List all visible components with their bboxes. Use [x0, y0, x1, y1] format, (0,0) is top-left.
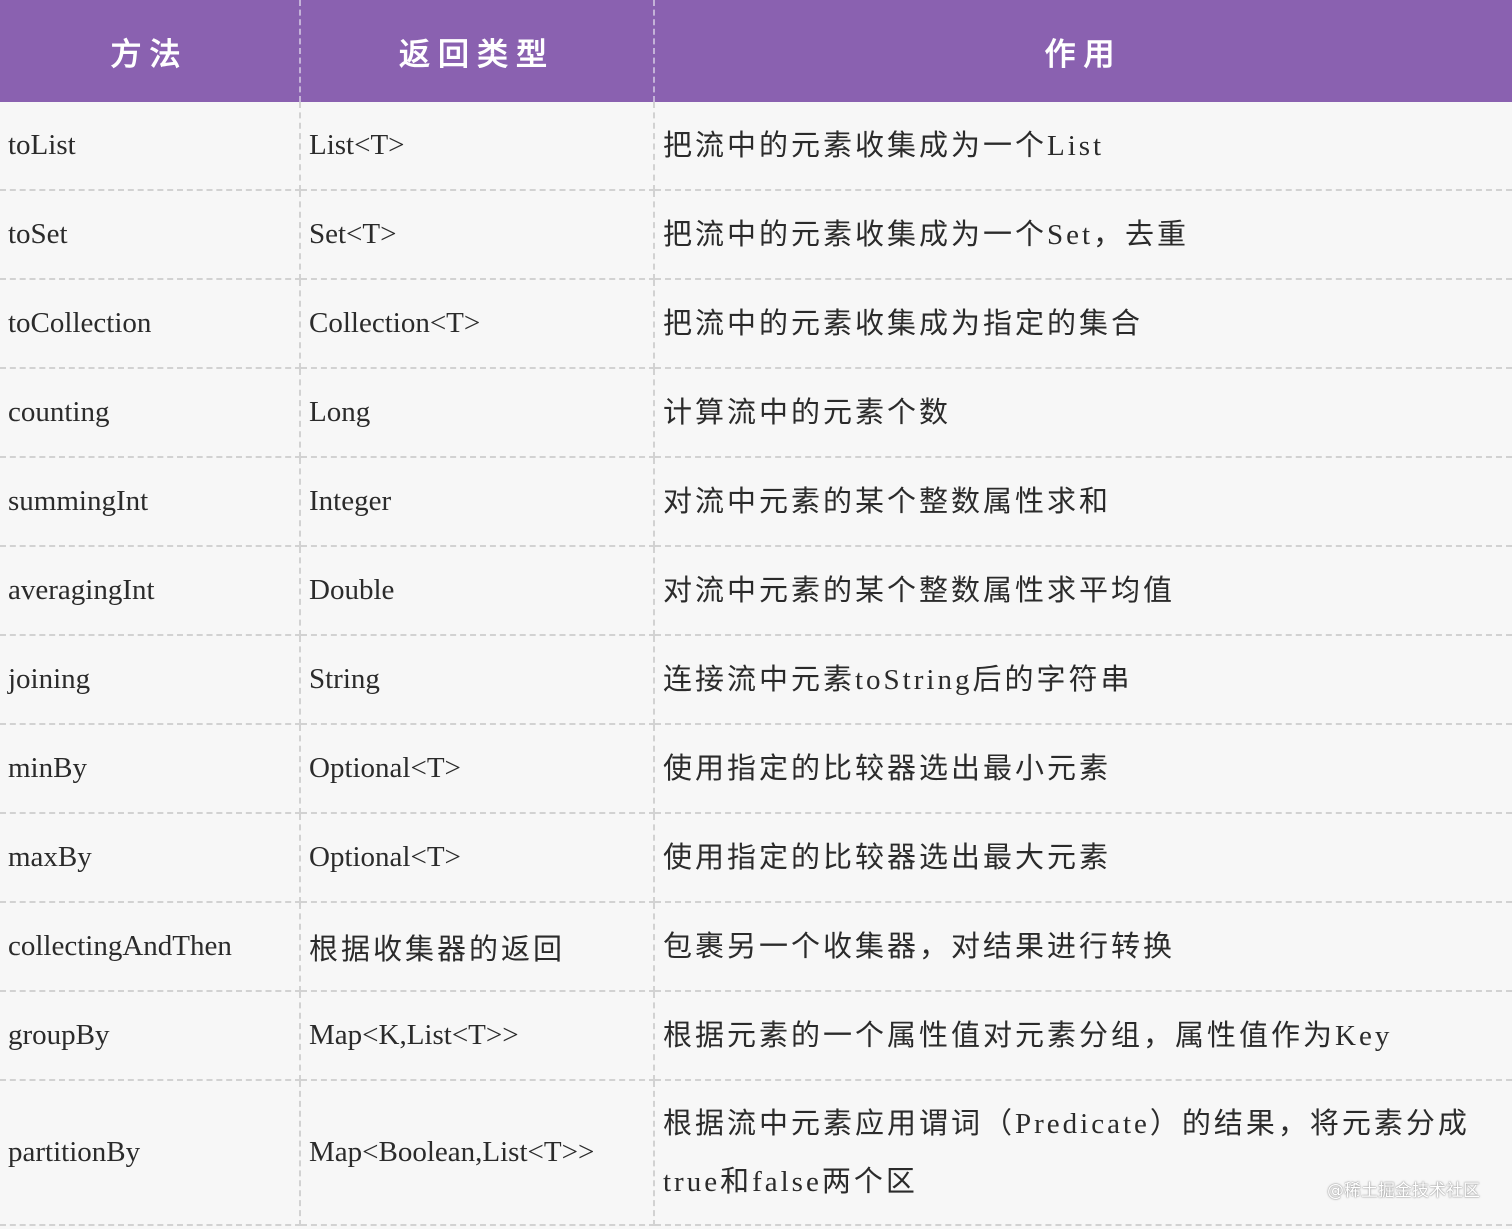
purpose-cell: 根据流中元素应用谓词（Predicate）的结果，将元素分成true和false…	[654, 1080, 1512, 1226]
return-type-cell: Map<K,List<T>>	[300, 991, 655, 1081]
method-cell: toList	[0, 102, 301, 191]
method-cell: averagingInt	[0, 546, 301, 636]
method-cell: groupBy	[0, 991, 301, 1081]
return-type-cell: List<T>	[300, 102, 655, 191]
method-cell: partitionBy	[0, 1080, 301, 1226]
return-type-cell: String	[300, 635, 655, 725]
method-cell: maxBy	[0, 813, 301, 903]
method-cell: counting	[0, 368, 301, 458]
table-header: 方法 返回类型 作用	[0, 0, 1512, 102]
purpose-cell: 计算流中的元素个数	[654, 368, 1512, 458]
header-purpose: 作用	[654, 0, 1512, 102]
table-row: groupBy Map<K,List<T>> 根据元素的一个属性值对元素分组，属…	[0, 991, 1512, 1081]
header-method: 方法	[0, 0, 301, 102]
return-type-cell: Collection<T>	[300, 279, 655, 369]
method-cell: toSet	[0, 190, 301, 280]
return-type-cell: 根据收集器的返回	[300, 902, 655, 992]
return-type-cell: Optional<T>	[300, 813, 655, 903]
header-return-type: 返回类型	[300, 0, 655, 102]
purpose-cell: 对流中元素的某个整数属性求和	[654, 457, 1512, 547]
table-row: counting Long 计算流中的元素个数	[0, 368, 1512, 458]
purpose-cell: 把流中的元素收集成为一个Set，去重	[654, 190, 1512, 280]
method-cell: joining	[0, 635, 301, 725]
watermark: @稀土掘金技术社区	[1327, 1181, 1480, 1201]
table-row: toSet Set<T> 把流中的元素收集成为一个Set，去重	[0, 190, 1512, 280]
return-type-cell: Double	[300, 546, 655, 636]
table-row: joining String 连接流中元素toString后的字符串	[0, 635, 1512, 725]
table-row: toList List<T> 把流中的元素收集成为一个List	[0, 102, 1512, 191]
method-cell: collectingAndThen	[0, 902, 301, 992]
return-type-cell: Map<Boolean,List<T>>	[300, 1080, 655, 1226]
collectors-table: 方法 返回类型 作用 toList List<T> 把流中的元素收集成为一个Li…	[0, 0, 1512, 1226]
purpose-cell: 包裹另一个收集器，对结果进行转换	[654, 902, 1512, 992]
purpose-cell: 根据元素的一个属性值对元素分组，属性值作为Key	[654, 991, 1512, 1081]
return-type-cell: Set<T>	[300, 190, 655, 280]
return-type-cell: Optional<T>	[300, 724, 655, 814]
return-type-cell: Integer	[300, 457, 655, 547]
table-row: minBy Optional<T> 使用指定的比较器选出最小元素	[0, 724, 1512, 814]
method-cell: summingInt	[0, 457, 301, 547]
table-row: collectingAndThen 根据收集器的返回 包裹另一个收集器，对结果进…	[0, 902, 1512, 992]
table-row: summingInt Integer 对流中元素的某个整数属性求和	[0, 457, 1512, 547]
purpose-cell: 连接流中元素toString后的字符串	[654, 635, 1512, 725]
purpose-cell: 对流中元素的某个整数属性求平均值	[654, 546, 1512, 636]
table-body: toList List<T> 把流中的元素收集成为一个List toSet Se…	[0, 102, 1512, 1226]
header-row: 方法 返回类型 作用	[0, 0, 1512, 102]
method-cell: minBy	[0, 724, 301, 814]
purpose-cell: 使用指定的比较器选出最大元素	[654, 813, 1512, 903]
table-row: toCollection Collection<T> 把流中的元素收集成为指定的…	[0, 279, 1512, 369]
table-row: maxBy Optional<T> 使用指定的比较器选出最大元素	[0, 813, 1512, 903]
purpose-cell: 把流中的元素收集成为一个List	[654, 102, 1512, 191]
purpose-cell: 使用指定的比较器选出最小元素	[654, 724, 1512, 814]
method-cell: toCollection	[0, 279, 301, 369]
return-type-cell: Long	[300, 368, 655, 458]
table-row: partitionBy Map<Boolean,List<T>> 根据流中元素应…	[0, 1080, 1512, 1226]
table-row: averagingInt Double 对流中元素的某个整数属性求平均值	[0, 546, 1512, 636]
purpose-cell: 把流中的元素收集成为指定的集合	[654, 279, 1512, 369]
